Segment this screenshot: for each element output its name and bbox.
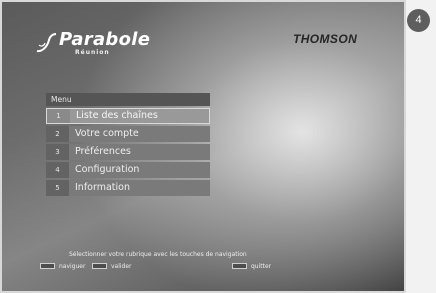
menu-item-label: Liste des chaînes [76,110,158,121]
menu-item-channel-list[interactable]: 1 Liste des chaînes [46,108,210,124]
menu-item-label: Information [75,182,130,193]
menu-item-configuration[interactable]: 4 Configuration [46,162,210,178]
menu-item-information[interactable]: 5 Information [46,180,210,196]
menu-item-number: 1 [47,109,70,123]
logo-name: Parabole [59,29,151,50]
key-navigate: naviguer [40,261,85,271]
menu-item-preferences[interactable]: 3 Préférences [46,144,210,160]
key-label: quitter [251,262,272,270]
key-legend: naviguer valider quitter [40,261,340,271]
menu-item-number: 3 [46,144,69,160]
navigation-hint: Sélectionner votre rubrique avec les tou… [69,251,247,258]
menu-title: Menu [46,93,210,106]
brand-logo: THOMSON [293,32,358,46]
remote-key-icon [92,263,107,269]
swoosh-icon [36,33,57,53]
remote-key-icon [232,263,247,269]
key-label: valider [111,262,132,270]
remote-key-icon [40,263,55,269]
key-validate: valider [92,261,132,271]
tv-screen: Parabole Réunion THOMSON Menu 1 Liste de… [0,0,406,293]
key-quit: quitter [232,261,271,271]
menu-item-number: 2 [46,126,69,142]
menu-item-number: 5 [46,180,69,196]
logo-subtitle: Réunion [75,49,110,56]
parabole-logo: Parabole Réunion [35,28,185,58]
menu-item-number: 4 [46,162,69,178]
menu-item-account[interactable]: 2 Votre compte [46,126,210,142]
menu-item-label: Configuration [75,164,140,175]
menu-item-label: Votre compte [75,128,139,139]
main-menu: Menu 1 Liste des chaînes 2 Votre compte … [46,93,210,196]
step-number-badge: 4 [407,9,430,32]
menu-item-label: Préférences [75,146,131,157]
key-label: naviguer [59,262,86,270]
